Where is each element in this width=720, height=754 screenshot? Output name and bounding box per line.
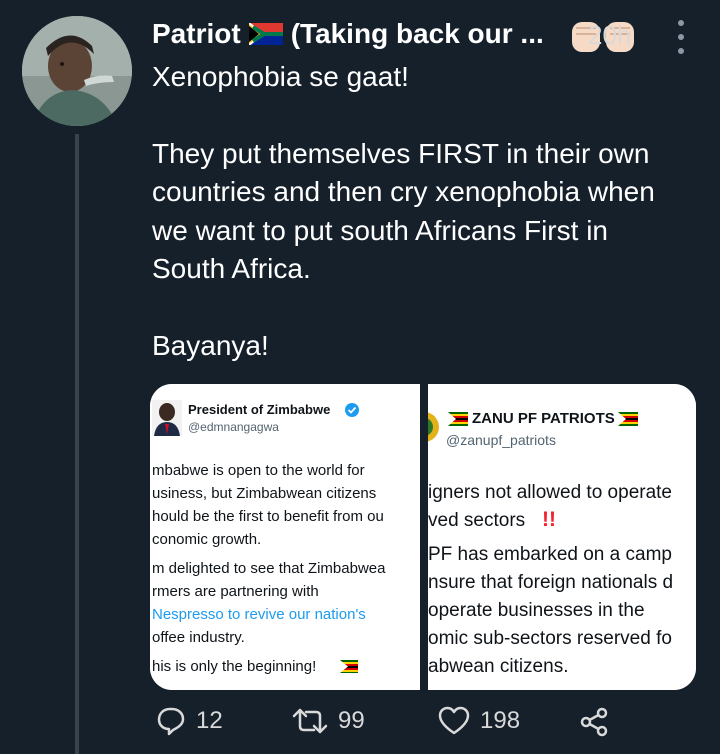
right-line: PF has embarked on a camp	[428, 544, 672, 565]
right-screenshot-handle: @zanupf_patriots	[446, 432, 556, 448]
zimbabwe-flag-icon	[618, 412, 638, 426]
left-line: rmers are partnering with	[152, 583, 319, 600]
media-image-left[interactable]: President of Zimbabwe @edmnangagwa mbabw…	[150, 384, 420, 690]
tweet-media[interactable]: President of Zimbabwe @edmnangagwa mbabw…	[150, 384, 696, 690]
right-line: ved sectors	[428, 510, 526, 531]
tweet-line: countries and then cry xenophobia when	[152, 176, 655, 207]
share-icon	[580, 707, 608, 737]
double-exclamation-icon: !!	[542, 508, 556, 531]
south-africa-flag-icon	[248, 23, 283, 45]
right-line: igners not allowed to operate	[428, 482, 672, 503]
author-avatar[interactable]	[22, 16, 132, 126]
left-line: his is only the beginning!	[152, 658, 317, 675]
right-line: abwean citizens.	[428, 656, 569, 677]
heart-icon	[438, 706, 470, 735]
thread-line	[75, 134, 79, 754]
reply-icon	[157, 707, 185, 736]
right-line: nsure that foreign nationals d	[428, 572, 674, 593]
tweet-actions: 12 99 198	[152, 706, 712, 750]
nespresso-link: Nespresso to revive our nation's	[152, 606, 366, 623]
avatar-image	[22, 16, 132, 126]
zimbabwe-flag-icon	[340, 660, 358, 673]
tweet-line: we want to put south Africans First in	[152, 214, 608, 246]
left-line: conomic growth.	[152, 531, 262, 548]
retweet-icon	[292, 708, 328, 734]
share-button[interactable]	[578, 706, 610, 738]
retweet-count: 99	[338, 707, 365, 734]
author-title[interactable]: (Taking back our ...	[291, 18, 544, 50]
reply-button[interactable]: 12	[156, 706, 223, 736]
reply-count: 12	[196, 707, 223, 734]
right-line: operate businesses in the	[428, 600, 645, 621]
tweet-timestamp[interactable]: 20h	[588, 20, 631, 51]
left-screenshot-name: President of Zimbabwe	[188, 402, 331, 417]
zanu-pf-logo-icon	[428, 412, 439, 442]
tweet-line: Xenophobia se gaat!	[152, 61, 409, 92]
media-image-right[interactable]: ZANU PF PATRIOTS @zanupf_patriots igners…	[428, 384, 696, 690]
like-button[interactable]: 198	[438, 706, 520, 736]
tweet-header: Patriot (Taking back our ...	[152, 14, 544, 54]
media-divider	[420, 384, 428, 690]
left-line: usiness, but Zimbabwean citizens	[152, 485, 377, 502]
right-screenshot-name: ZANU PF PATRIOTS	[472, 410, 615, 427]
tweet-line: Bayanya!	[152, 329, 269, 361]
left-line: mbabwe is open to the world for	[152, 462, 365, 479]
left-line: offee industry.	[152, 629, 245, 646]
left-line: m delighted to see that Zimbabwea	[152, 560, 386, 577]
tweet-line: They put themselves FIRST in their own	[152, 137, 650, 169]
more-options-icon[interactable]	[676, 20, 686, 54]
president-avatar	[152, 400, 182, 436]
tweet-line: South Africa.	[152, 253, 311, 284]
zimbabwe-flag-icon	[448, 412, 468, 426]
retweet-button[interactable]: 99	[292, 706, 365, 736]
author-name[interactable]: Patriot	[152, 18, 241, 50]
like-count: 198	[480, 707, 521, 734]
tweet-body: Xenophobia se gaat! They put themselves …	[152, 58, 702, 365]
left-screenshot-handle: @edmnangagwa	[188, 420, 279, 434]
left-line: hould be the first to benefit from ou	[152, 508, 384, 525]
right-line: omic sub-sectors reserved fo	[428, 628, 672, 649]
verified-badge-icon	[345, 403, 359, 417]
